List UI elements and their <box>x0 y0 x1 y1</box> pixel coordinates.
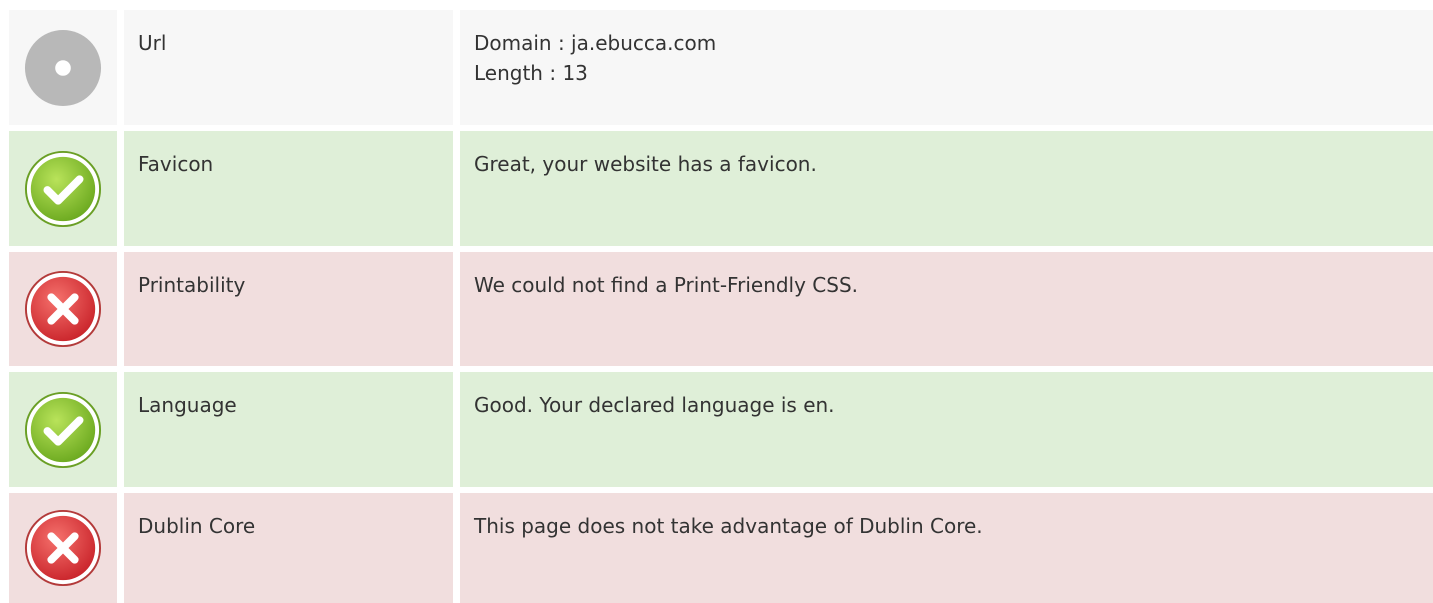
status-cell <box>9 493 117 603</box>
row-label: Language <box>124 372 453 487</box>
seo-report-table: Url Domain : ja.ebucca.com Length : 13 F… <box>0 0 1433 603</box>
report-row-language: Language Good. Your declared language is… <box>9 372 1433 487</box>
domain-text: Domain : ja.ebucca.com <box>474 31 717 55</box>
report-row-url: Url Domain : ja.ebucca.com Length : 13 <box>9 10 1433 125</box>
cross-icon <box>24 270 102 348</box>
dublin-core-message: This page does not take advantage of Dub… <box>474 514 983 538</box>
row-value: Domain : ja.ebucca.com Length : 13 <box>460 10 1433 125</box>
row-value: We could not find a Print-Friendly CSS. <box>460 252 1433 366</box>
report-row-printability: Printability We could not find a Print-F… <box>9 252 1433 366</box>
check-icon <box>24 391 102 468</box>
cross-icon <box>24 509 102 587</box>
check-icon <box>24 150 102 227</box>
report-row-favicon: Favicon Great, your website has a favico… <box>9 131 1433 246</box>
row-value: This page does not take advantage of Dub… <box>460 493 1433 603</box>
report-row-dublin-core: Dublin Core This page does not take adva… <box>9 493 1433 603</box>
row-label: Url <box>124 10 453 125</box>
row-value: Good. Your declared language is en. <box>460 372 1433 487</box>
favicon-message: Great, your website has a favicon. <box>474 152 817 176</box>
status-cell <box>9 252 117 366</box>
status-cell <box>9 372 117 487</box>
row-label: Favicon <box>124 131 453 246</box>
status-cell <box>9 131 117 246</box>
language-message: Good. Your declared language is en. <box>474 393 835 417</box>
printability-message: We could not find a Print-Friendly CSS. <box>474 273 859 297</box>
length-text: Length : 13 <box>474 61 588 85</box>
status-cell <box>9 10 117 125</box>
row-label: Printability <box>124 252 453 366</box>
info-icon <box>24 29 102 106</box>
row-value: Great, your website has a favicon. <box>460 131 1433 246</box>
row-label: Dublin Core <box>124 493 453 603</box>
